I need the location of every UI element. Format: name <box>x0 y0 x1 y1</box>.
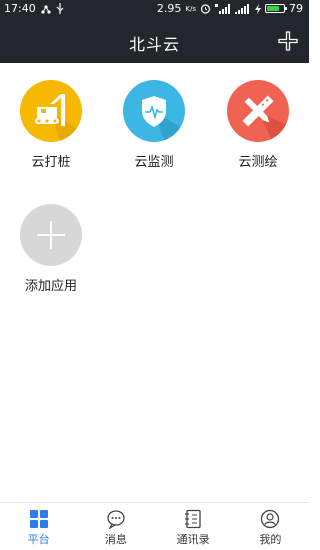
tab-contacts[interactable]: 通讯录 <box>155 503 232 550</box>
tab-messages[interactable]: 消息 <box>77 503 154 550</box>
alarm-icon <box>200 4 211 14</box>
add-icon <box>20 204 82 266</box>
tab-bar: 平台 消息 通讯录 我的 <box>0 502 309 550</box>
network-speed-unit: K/s <box>185 4 196 13</box>
network-share-icon <box>41 4 51 14</box>
tab-label: 我的 <box>259 533 282 546</box>
tab-label: 消息 <box>104 533 127 546</box>
tab-label: 平台 <box>27 533 50 546</box>
app-add[interactable]: 添加应用 <box>11 204 91 294</box>
tab-platform[interactable]: 平台 <box>0 503 77 550</box>
app-cloud-surveying[interactable]: 云测绘 <box>218 80 298 170</box>
app-label: 添加应用 <box>24 279 77 294</box>
app-label: 云测绘 <box>238 155 278 170</box>
charging-icon <box>255 3 261 14</box>
add-button[interactable] <box>278 31 298 51</box>
page-title: 北斗云 <box>128 35 180 54</box>
user-icon <box>261 509 280 529</box>
signal-4g-icon <box>215 3 230 14</box>
tab-mine[interactable]: 我的 <box>232 503 309 550</box>
plus-icon <box>278 31 298 51</box>
signal-icon <box>235 3 249 14</box>
shield-pulse-icon <box>123 80 185 142</box>
status-time: 17:40 <box>4 2 36 15</box>
contacts-book-icon <box>185 509 201 529</box>
chat-bubble-icon <box>107 510 125 529</box>
tab-label: 通讯录 <box>176 533 210 546</box>
app-cloud-piling[interactable]: 云打桩 <box>11 80 91 170</box>
battery-icon <box>265 4 287 13</box>
ruler-pencil-icon <box>227 80 289 142</box>
app-cloud-monitoring[interactable]: 云监测 <box>114 80 194 170</box>
header: 北斗云 <box>0 20 309 63</box>
network-speed: 2.95 <box>156 2 182 15</box>
app-label: 云打桩 <box>31 155 71 170</box>
pile-driver-icon <box>20 80 82 142</box>
usb-icon <box>56 3 64 14</box>
status-bar: 17:40 2.95 K/s 79 <box>0 0 309 20</box>
grid-icon <box>29 510 48 528</box>
app-label: 云监测 <box>134 155 174 170</box>
battery-percent: 79 <box>289 2 303 15</box>
